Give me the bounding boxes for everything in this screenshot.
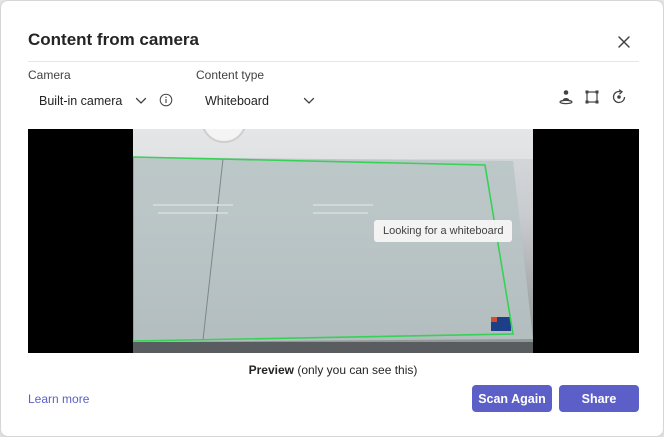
learn-more-link[interactable]: Learn more	[28, 392, 89, 406]
dialog-title: Content from camera	[28, 30, 199, 49]
rotate-button[interactable]	[609, 87, 629, 107]
camera-feed: Looking for a whiteboard	[133, 129, 533, 353]
chevron-down-icon	[303, 97, 315, 104]
close-icon	[618, 36, 630, 48]
camera-selected-value: Built-in camera	[39, 94, 123, 108]
crop-corners-icon	[585, 90, 599, 104]
camera-preview: Looking for a whiteboard	[28, 129, 639, 353]
header-divider	[28, 61, 639, 62]
camera-dropdown[interactable]: Built-in camera	[39, 89, 147, 113]
detection-status: Looking for a whiteboard	[374, 220, 513, 242]
close-button[interactable]	[613, 31, 635, 53]
crop-corners-button[interactable]	[582, 87, 602, 107]
content-from-camera-dialog: Content from camera Camera Built-in came…	[0, 0, 664, 437]
chevron-down-icon	[135, 97, 147, 104]
person-stand-button[interactable]	[556, 87, 576, 107]
camera-label: Camera	[28, 68, 71, 82]
person-stand-icon	[559, 90, 573, 105]
content-type-label: Content type	[196, 68, 265, 82]
rotate-icon	[612, 89, 626, 104]
preview-caption-rest: (only you can see this)	[293, 363, 418, 377]
share-button[interactable]: Share	[559, 385, 639, 412]
info-icon[interactable]	[159, 93, 173, 107]
preview-caption-bold: Preview	[248, 363, 294, 377]
content-type-selected-value: Whiteboard	[205, 94, 269, 108]
content-type-dropdown[interactable]: Whiteboard	[205, 89, 315, 113]
scan-again-button[interactable]: Scan Again	[472, 385, 552, 412]
preview-caption: Preview (only you can see this)	[1, 363, 664, 377]
